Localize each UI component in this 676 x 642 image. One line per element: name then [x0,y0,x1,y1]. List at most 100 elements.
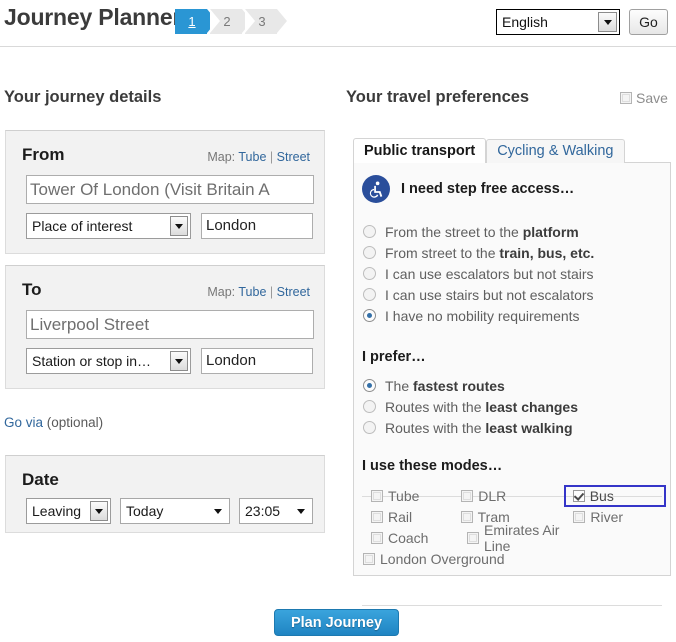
journey-details-title: Your journey details [4,88,162,106]
from-location-input[interactable]: Tower Of London (Visit Britain A [26,175,314,204]
mode-river[interactable]: River [563,509,663,525]
go-via-optional-label: (optional) [46,415,104,430]
date-day-select[interactable]: Today [120,498,230,524]
step-free-option-platform[interactable]: From the street to the platform [363,221,594,242]
mode-dlr[interactable]: DLR [461,488,564,504]
prefer-option-least-walking[interactable]: Routes with the least walking [363,417,578,438]
checkbox-icon[interactable] [572,489,585,502]
from-map-street-link[interactable]: Street [277,150,310,164]
to-location-input[interactable]: Liverpool Street [26,310,314,339]
save-checkbox[interactable] [620,92,632,104]
radio-icon[interactable] [363,267,376,280]
travel-preferences-title: Your travel preferences [346,88,530,106]
date-panel: Date Leaving Today 23:05 [5,455,325,533]
checkbox-icon[interactable] [461,489,474,502]
date-time-select[interactable]: 23:05 [239,498,313,524]
to-map-tube-link[interactable]: Tube [238,285,266,299]
step-2-label: 2 [223,14,231,29]
step-3[interactable]: 3 [245,9,287,34]
mode-coach[interactable]: Coach [363,530,467,546]
mode-tube[interactable]: Tube [363,488,461,504]
checkbox-icon[interactable] [371,510,383,523]
step-free-option-vehicle[interactable]: From street to the train, bus, etc. [363,242,594,263]
radio-icon[interactable] [363,421,376,434]
radio-icon[interactable] [363,379,376,392]
date-day-value: Today [126,503,164,519]
step-free-option-escalators-label: I can use escalators but not stairs [385,265,594,282]
prefer-heading: I prefer… [362,349,426,365]
prefer-option-fastest[interactable]: The fastest routes [363,375,578,396]
language-bar: English Go [496,9,668,35]
to-heading: To [22,280,42,299]
tab-cycling-walking[interactable]: Cycling & Walking [486,139,625,163]
step-2[interactable]: 2 [210,9,252,34]
to-type-select[interactable]: Station or stop in… [26,348,191,374]
radio-icon[interactable] [363,225,376,238]
chevron-down-icon [170,216,188,236]
radio-icon[interactable] [363,288,376,301]
mode-bus-label: Bus [589,487,614,504]
checkbox-icon[interactable] [371,489,383,502]
step-1[interactable]: 1 [175,9,217,34]
save-label: Save [636,90,668,106]
mode-london-overground[interactable]: London Overground [363,551,505,567]
go-button[interactable]: Go [629,9,668,35]
mode-rail[interactable]: Rail [363,509,461,525]
preferences-tabs: Public transport Cycling & Walking [353,138,625,163]
from-map-tube-link[interactable]: Tube [238,150,266,164]
chevron-down-icon [170,351,188,371]
from-heading: From [22,145,65,164]
date-time-value: 23:05 [245,503,281,519]
language-select[interactable]: English [496,9,620,35]
step-free-option-stairs-label: I can use stairs but not escalators [385,286,594,303]
checkbox-icon[interactable] [467,531,479,544]
step-free-option-escalators[interactable]: I can use escalators but not stairs [363,263,594,284]
mode-bus[interactable]: Bus [563,484,667,507]
radio-icon[interactable] [363,309,376,322]
step-free-option-platform-label: From the street to the platform [385,223,579,240]
from-map-label: Map: [207,150,236,164]
plan-journey-button[interactable]: Plan Journey [274,609,399,636]
save-preferences-row[interactable]: Save [620,90,668,106]
modes-heading: I use these modes… [362,458,503,474]
radio-icon[interactable] [363,246,376,259]
step-free-option-none-label: I have no mobility requirements [385,307,580,324]
modes-grid: Tube DLR Bus Rail Tram River Coach Emira… [363,484,667,569]
from-map-separator: | [269,150,274,164]
step-free-option-stairs[interactable]: I can use stairs but not escalators [363,284,594,305]
mode-tube-label: Tube [388,487,420,504]
to-type-row: Station or stop in… London [26,348,313,374]
from-city-input[interactable]: London [201,213,313,239]
step-free-heading-row: I need step free access… [362,175,574,203]
to-city-input[interactable]: London [201,348,313,374]
mode-london-overground-label: London Overground [380,550,505,567]
checkbox-icon[interactable] [363,552,375,565]
date-mode-select[interactable]: Leaving [26,498,111,524]
divider [362,605,662,606]
mode-river-label: River [590,508,624,525]
chevron-down-icon [214,509,222,514]
from-type-value: Place of interest [32,218,133,234]
date-mode-value: Leaving [32,503,82,519]
mode-coach-label: Coach [388,529,429,546]
prefer-option-fastest-label: The fastest routes [385,377,505,394]
date-heading: Date [22,470,59,489]
step-indicator: 1 2 3 [175,9,287,34]
step-free-option-none[interactable]: I have no mobility requirements [363,305,594,326]
mode-rail-label: Rail [388,508,413,525]
modes-row: Tube DLR Bus [363,484,667,507]
tab-public-transport[interactable]: Public transport [353,138,487,163]
checkbox-icon[interactable] [371,531,383,544]
to-type-value: Station or stop in… [32,353,152,369]
page-title: Journey Planner [4,4,182,30]
prefer-option-least-changes[interactable]: Routes with the least changes [363,396,578,417]
prefer-options: The fastest routes Routes with the least… [363,375,578,438]
from-panel: From Map: Tube | Street Tower Of London … [5,130,325,254]
from-type-select[interactable]: Place of interest [26,213,191,239]
from-map-links: Map: Tube | Street [207,150,310,164]
date-controls-row: Leaving Today 23:05 [26,498,313,524]
to-map-street-link[interactable]: Street [277,285,310,299]
radio-icon[interactable] [363,400,376,413]
go-via-link[interactable]: Go via [4,415,43,430]
mode-emirates-air-line[interactable]: Emirates Air Line [467,522,577,554]
